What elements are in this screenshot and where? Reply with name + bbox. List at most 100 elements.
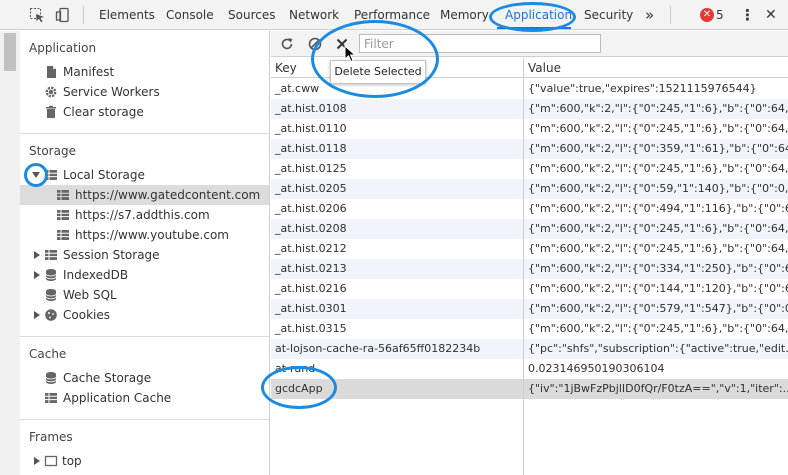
cell-key[interactable]: _at.hist.0205 [271,179,523,199]
sidebar-item-application-cache[interactable]: Application Cache [20,388,269,408]
cell-value[interactable]: {"value":true,"expires":1521115976544} [524,79,788,99]
cell-value[interactable]: {"m":600,"k":2,"l":{"0":245,"1":6},"b":{… [524,159,788,179]
sidebar-item-label: Local Storage [63,168,145,182]
sidebar-item-local-storage[interactable]: Local Storage [20,165,269,185]
table-row[interactable]: at-rand 0.023146950190306104 [271,359,788,379]
table-row[interactable]: _at.hist.0118 {"m":600,"k":2,"l":{"0":359… [271,139,788,159]
section-divider [20,133,269,134]
device-toolbar-icon[interactable] [55,7,71,23]
table-row[interactable]: _at.hist.0301 {"m":600,"k":2,"l":{"0":579… [271,299,788,319]
sidebar-item-origin-addthis[interactable]: https://s7.addthis.com [20,205,269,225]
sidebar-item-web-sql[interactable]: Web SQL [20,285,269,305]
cell-value[interactable]: {"m":600,"k":2,"l":{"0":494,"1":116},"b"… [524,199,788,219]
sidebar-scrollbar-thumb[interactable] [4,33,16,71]
cell-key[interactable]: _at.hist.0110 [271,119,523,139]
expand-arrow-right-icon[interactable] [34,271,40,279]
table-row[interactable]: _at.hist.0216 {"m":600,"k":2,"l":{"0":144… [271,279,788,299]
sidebar-item-manifest[interactable]: Manifest [20,62,269,82]
more-tabs-button[interactable]: » [645,0,654,30]
table-row[interactable]: _at.hist.0110 {"m":600,"k":2,"l":{"0":245… [271,119,788,139]
cell-value[interactable]: {"iv":"1jBwFzPbjlID0fQr/F0tzA==","v":1,"… [524,379,788,399]
table-row[interactable]: _at.hist.0208 {"m":600,"k":2,"l":{"0":245… [271,219,788,239]
column-divider[interactable] [523,58,524,475]
cell-value[interactable]: {"m":600,"k":2,"l":{"0":144,"1":120},"b"… [524,279,788,299]
sidebar-item-cookies[interactable]: Cookies [20,305,269,325]
cell-key[interactable]: _at.hist.0206 [271,199,523,219]
table-row[interactable]: _at.hist.0213 {"m":600,"k":2,"l":{"0":334… [271,259,788,279]
expand-arrow-right-icon[interactable] [34,251,40,259]
sidebar-item-label: https://www.gatedcontent.com [75,188,261,202]
error-count[interactable]: 5 [716,0,724,30]
expand-arrow-right-icon[interactable] [34,311,40,319]
cell-value[interactable]: 0.023146950190306104 [524,359,788,379]
table-row[interactable]: _at.hist.0108 {"m":600,"k":2,"l":{"0":245… [271,99,788,119]
tab-memory[interactable]: Memory [440,0,489,30]
expand-arrow-down-icon[interactable] [32,172,40,178]
cell-key[interactable]: _at.hist.0216 [271,279,523,299]
cell-key[interactable]: at-rand [271,359,523,379]
sidebar-scrollbar[interactable] [0,31,20,475]
cell-value[interactable]: {"m":600,"k":2,"l":{"0":359,"1":61},"b":… [524,139,788,159]
sidebar-item-origin-gatedcontent[interactable]: https://www.gatedcontent.com [20,185,269,205]
sidebar-item-cache-storage[interactable]: Cache Storage [20,368,269,388]
tab-sources[interactable]: Sources [228,0,275,30]
error-count-icon[interactable]: ✕ [700,8,714,22]
tab-application[interactable]: Application [505,0,572,30]
cell-value[interactable]: {"m":600,"k":2,"l":{"0":245,"1":6},"b":{… [524,319,788,339]
cell-value[interactable]: {"m":600,"k":2,"l":{"0":579,"1":547},"b"… [524,299,788,319]
cell-key[interactable]: _at.hist.0212 [271,239,523,259]
table-row[interactable]: _at.hist.0205 {"m":600,"k":2,"l":{"0":59,… [271,179,788,199]
cell-value[interactable]: {"m":600,"k":2,"l":{"0":245,"1":6},"b":{… [524,239,788,259]
sidebar-item-label: Cookies [63,308,110,322]
section-divider [20,419,269,420]
cell-value[interactable]: {"m":600,"k":2,"l":{"0":245,"1":6},"b":{… [524,99,788,119]
cell-key[interactable]: _at.hist.0118 [271,139,523,159]
cell-key[interactable]: _at.hist.0301 [271,299,523,319]
active-tab-indicator [497,27,571,29]
toolbar-divider [83,6,84,24]
column-header-key[interactable]: Key [271,58,297,78]
table-row[interactable]: _at.hist.0315 {"m":600,"k":2,"l":{"0":245… [271,319,788,339]
section-divider [20,336,269,337]
refresh-icon[interactable] [279,36,295,52]
tab-console[interactable]: Console [166,0,214,30]
cell-key[interactable]: _at.hist.0208 [271,219,523,239]
sidebar-item-session-storage[interactable]: Session Storage [20,245,269,265]
cell-key[interactable]: _at.hist.0108 [271,99,523,119]
tab-network[interactable]: Network [289,0,339,30]
expand-arrow-right-icon[interactable] [34,457,40,465]
close-devtools-button[interactable]: ✕ [765,0,777,30]
cell-value[interactable]: {"m":600,"k":2,"l":{"0":245,"1":6},"b":{… [524,219,788,239]
inspect-element-icon[interactable] [29,7,45,23]
table-row[interactable]: _at.hist.0206 {"m":600,"k":2,"l":{"0":494… [271,199,788,219]
cell-value[interactable]: {"m":600,"k":2,"l":{"0":334,"1":250},"b"… [524,259,788,279]
table-row[interactable]: gcdcApp {"iv":"1jBwFzPbjlID0fQr/F0tzA==",… [271,379,788,399]
tab-elements[interactable]: Elements [99,0,155,30]
cell-key[interactable]: _at.hist.0125 [271,159,523,179]
table-row[interactable]: at-lojson-cache-ra-56af65ff0182234b {"pc"… [271,339,788,359]
table-row[interactable]: _at.hist.0125 {"m":600,"k":2,"l":{"0":245… [271,159,788,179]
cell-value[interactable]: {"m":600,"k":2,"l":{"0":245,"1":6},"b":{… [524,119,788,139]
sidebar-item-service-workers[interactable]: Service Workers [20,82,269,102]
cell-value[interactable]: {"m":600,"k":2,"l":{"0":59,"1":140},"b":… [524,179,788,199]
cookie-icon [45,309,57,321]
cell-key[interactable]: gcdcApp [271,379,523,399]
cell-value[interactable]: {"pc":"shfs","subscription":{"active":tr… [524,339,788,359]
table-row[interactable]: _at.hist.0212 {"m":600,"k":2,"l":{"0":245… [271,239,788,259]
tab-security[interactable]: Security [584,0,633,30]
sidebar-item-label: Manifest [63,65,115,79]
cell-key[interactable]: _at.hist.0213 [271,259,523,279]
sidebar-item-origin-youtube[interactable]: https://www.youtube.com [20,225,269,245]
clear-all-icon[interactable] [307,36,323,52]
table-grid-icon [57,210,69,220]
cell-key[interactable]: at-lojson-cache-ra-56af65ff0182234b [271,339,523,359]
settings-menu-button[interactable]: ⋮ [740,0,755,30]
sidebar-item-label: Service Workers [63,85,160,99]
sidebar-item-indexeddb[interactable]: IndexedDB [20,265,269,285]
cell-key[interactable]: _at.hist.0315 [271,319,523,339]
filter-input[interactable] [359,34,601,53]
column-header-value[interactable]: Value [524,58,561,78]
sidebar-item-frame-top[interactable]: top [20,451,269,471]
sidebar-item-clear-storage[interactable]: Clear storage [20,102,269,122]
tab-performance[interactable]: Performance [354,0,430,30]
